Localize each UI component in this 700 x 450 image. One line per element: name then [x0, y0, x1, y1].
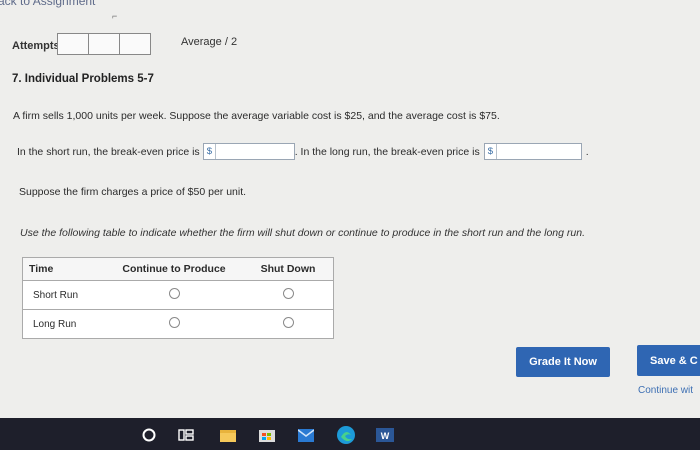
row-label-long-run: Long Run [22, 309, 105, 339]
mail-icon[interactable] [298, 428, 314, 442]
attempts-indicator [57, 33, 151, 55]
svg-text:W: W [381, 431, 390, 441]
grade-it-now-button[interactable]: Grade It Now [516, 347, 610, 377]
currency-prefix: $ [488, 144, 498, 159]
attempt-box [119, 33, 151, 55]
currency-prefix: $ [207, 144, 216, 159]
average-score: Average / 2 [181, 36, 238, 48]
short-run-continue-cell [105, 280, 243, 310]
short-run-price-input[interactable]: $ [202, 143, 295, 160]
cursor-mark: ⌐ [112, 11, 118, 21]
save-and-continue-button[interactable]: Save & C [637, 345, 700, 376]
row-label-short-run: Short Run [22, 280, 105, 310]
long-run-price-input[interactable]: $ [483, 143, 582, 160]
break-even-row: In the short run, the break-even price i… [17, 143, 589, 160]
long-run-shutdown-cell [243, 309, 334, 339]
edge-icon[interactable] [336, 425, 356, 445]
decision-table: Time Continue to Produce Shut Down Short… [22, 257, 334, 339]
table-instructions: Use the following table to indicate whet… [20, 227, 585, 239]
store-icon[interactable] [259, 428, 275, 442]
col-header-time: Time [22, 257, 105, 281]
col-header-shut-down: Shut Down [243, 257, 334, 281]
continue-without-saving-link[interactable]: Continue wit [638, 385, 693, 396]
long-run-continue-cell [105, 309, 243, 339]
col-header-continue: Continue to Produce [105, 257, 243, 281]
attempts-label: Attempts [12, 40, 60, 52]
task-view-icon[interactable] [178, 428, 194, 442]
taskbar: W [0, 418, 700, 450]
table-row: Short Run [22, 280, 334, 310]
end-period: . [585, 145, 589, 158]
table-row: Long Run [22, 309, 334, 339]
problem-intro: A firm sells 1,000 units per week. Suppo… [13, 110, 500, 122]
file-explorer-icon[interactable] [220, 428, 236, 442]
cortana-icon[interactable] [142, 428, 156, 442]
price-statement: Suppose the firm charges a price of $50 … [19, 186, 247, 198]
long-run-shutdown-radio[interactable] [282, 317, 294, 328]
short-run-shutdown-cell [243, 280, 334, 310]
short-run-text: In the short run, the break-even price i… [17, 145, 200, 158]
attempt-box [88, 33, 120, 55]
long-run-continue-radio[interactable] [168, 317, 180, 328]
long-run-text: . In the long run, the break-even price … [294, 145, 480, 158]
short-run-shutdown-radio[interactable] [282, 288, 294, 299]
problem-title: 7. Individual Problems 5-7 [12, 73, 154, 85]
word-icon[interactable]: W [376, 428, 394, 442]
back-to-assignment-link[interactable]: ack to Assignment [0, 0, 95, 8]
short-run-continue-radio[interactable] [168, 288, 180, 299]
attempt-box [57, 33, 89, 55]
